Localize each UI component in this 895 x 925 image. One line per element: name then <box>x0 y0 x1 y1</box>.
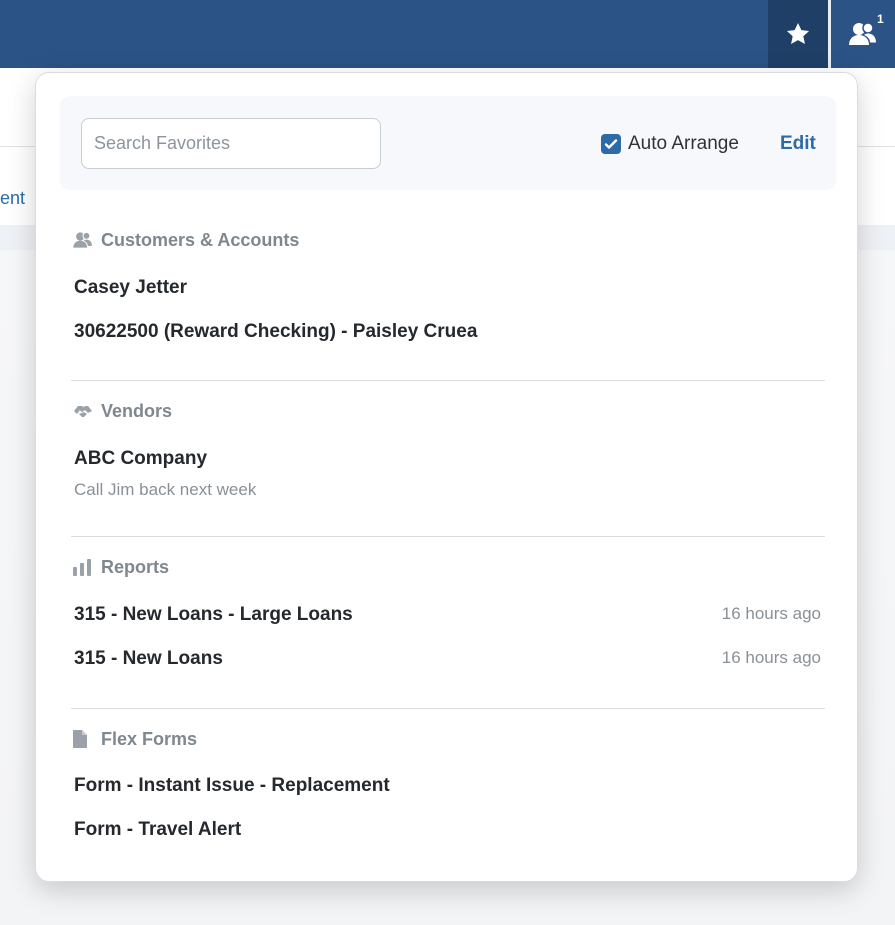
handshake-icon <box>74 406 92 417</box>
favorite-item[interactable]: 315 - New Loans <box>74 648 223 670</box>
section-reports: Reports 315 - New Loans - Large Loans 16… <box>71 555 825 669</box>
favorites-toolbar: Auto Arrange Edit <box>60 96 836 190</box>
bar-chart-icon <box>73 559 91 576</box>
search-favorites-input[interactable] <box>81 118 381 169</box>
section-divider <box>71 536 825 537</box>
section-header: Reports <box>71 555 825 579</box>
star-icon <box>786 22 810 44</box>
auto-arrange-label: Auto Arrange <box>628 133 739 154</box>
favorites-button[interactable] <box>768 0 828 68</box>
section-header: Customers & Accounts <box>71 228 825 252</box>
favorites-panel: Auto Arrange Edit Customers & Accounts C… <box>35 72 858 882</box>
favorite-timestamp: 16 hours ago <box>721 648 821 667</box>
section-header: Vendors <box>71 399 825 423</box>
favorite-item[interactable]: 30622500 (Reward Checking) - Paisley Cru… <box>74 321 477 343</box>
users-badge: 1 <box>877 12 884 26</box>
favorite-item[interactable]: 315 - New Loans - Large Loans <box>74 604 353 626</box>
favorite-note: Call Jim back next week <box>74 480 257 499</box>
favorite-item[interactable]: Form - Instant Issue - Replacement <box>74 775 390 797</box>
favorite-item[interactable]: Form - Travel Alert <box>74 819 241 841</box>
background-link[interactable]: ent <box>0 188 25 209</box>
section-vendors: Vendors ABC Company Call Jim back next w… <box>71 399 825 499</box>
favorite-item[interactable]: Casey Jetter <box>74 277 187 299</box>
section-title: Flex Forms <box>101 728 198 749</box>
users-icon <box>73 231 92 248</box>
favorite-item[interactable]: ABC Company <box>74 448 207 470</box>
users-icon <box>849 22 876 45</box>
checkmark-icon <box>604 139 618 149</box>
section-divider <box>71 708 825 709</box>
section-title: Customers & Accounts <box>101 229 300 250</box>
section-header: Flex Forms <box>71 727 825 751</box>
favorite-timestamp: 16 hours ago <box>721 604 821 623</box>
section-title: Vendors <box>101 400 173 421</box>
top-nav-bar: 1 <box>0 0 895 68</box>
section-customers-accounts: Customers & Accounts Casey Jetter 306225… <box>71 228 825 342</box>
users-button[interactable]: 1 <box>831 0 895 68</box>
edit-button[interactable]: Edit <box>780 133 816 155</box>
section-title: Reports <box>101 556 170 577</box>
section-flex-forms: Flex Forms Form - Instant Issue - Replac… <box>71 727 825 840</box>
auto-arrange-toggle[interactable]: Auto Arrange <box>601 133 739 155</box>
auto-arrange-checkbox[interactable] <box>601 134 621 154</box>
section-divider <box>71 380 825 381</box>
document-icon <box>73 730 87 748</box>
